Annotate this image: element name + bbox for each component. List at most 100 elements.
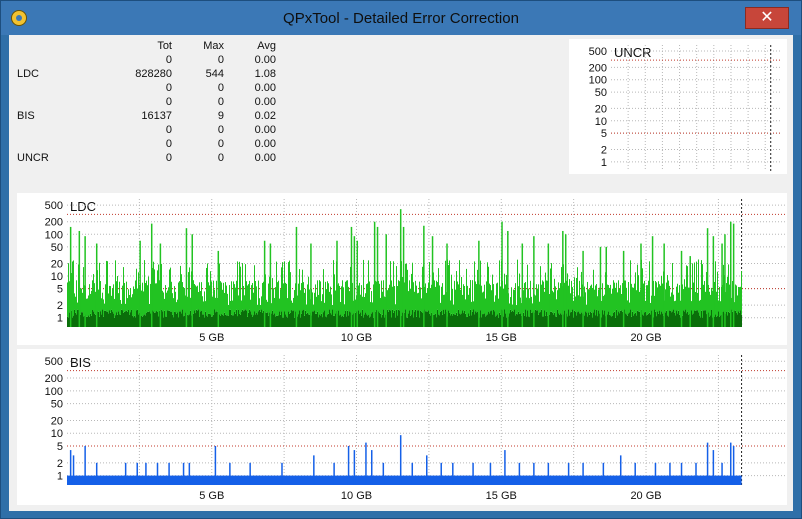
ldc-bar-base: [290, 312, 291, 327]
bis-peak-bar: [602, 462, 605, 485]
ldc-bar-base: [398, 309, 399, 327]
ldc-bar-base: [249, 309, 250, 327]
ldc-bar-base: [511, 311, 512, 327]
ldc-bar: [113, 284, 114, 314]
ldc-bar: [740, 286, 741, 311]
title-bar[interactable]: QPxTool - Detailed Error Correction ✕: [1, 1, 801, 35]
ldc-bar: [468, 294, 469, 314]
ldc-bar: [246, 281, 247, 311]
ldc-bar-base: [273, 314, 274, 327]
ldc-bar: [343, 287, 344, 317]
ldc-peak-bar: [336, 240, 338, 327]
ldc-bar: [739, 287, 740, 313]
ldc-bar-base: [248, 312, 249, 327]
ldc-bar-base: [102, 309, 103, 327]
ldc-bar: [335, 290, 336, 314]
ldc-bar-base: [212, 316, 213, 327]
ldc-bar-base: [161, 309, 162, 327]
ldc-bar-base: [189, 314, 190, 327]
y-tick-label: 2: [601, 145, 607, 157]
ldc-bar: [290, 272, 291, 313]
ldc-bar: [397, 286, 398, 316]
window-title: QPxTool - Detailed Error Correction: [283, 10, 519, 27]
ldc-bar-base: [574, 310, 575, 327]
ldc-bar-base: [615, 317, 616, 327]
ldc-bar-base: [460, 314, 461, 327]
ldc-bar: [549, 293, 550, 315]
ldc-bar-base: [709, 316, 710, 327]
ldc-bar-base: [348, 315, 349, 327]
ldc-peak-bar: [217, 250, 220, 327]
ldc-bar: [494, 301, 495, 312]
ldc-bar-base: [597, 316, 598, 327]
ldc-bar: [204, 291, 205, 318]
ldc-bar-base: [286, 316, 287, 327]
ldc-bar-base: [163, 317, 164, 327]
stats-cell-name: [13, 95, 77, 109]
ldc-bar-base: [312, 311, 313, 327]
ldc-bar-base: [105, 310, 106, 327]
ldc-bar-base: [76, 314, 77, 327]
close-button[interactable]: ✕: [745, 7, 789, 29]
ldc-bar-base: [677, 313, 678, 327]
ldc-bar: [183, 287, 184, 317]
stats-cell-avg: 0.00: [254, 54, 276, 66]
ldc-bar: [124, 282, 125, 312]
ldc-bar: [546, 280, 547, 312]
ldc-bar-base: [347, 310, 348, 327]
ldc-peak-bar: [706, 228, 709, 327]
ldc-bar: [298, 283, 299, 315]
ldc-bar-base: [125, 311, 126, 327]
ldc-bar-base: [74, 309, 75, 327]
ldc-bar: [125, 303, 126, 312]
ldc-bar-base: [279, 311, 280, 327]
ldc-bar-base: [456, 312, 457, 327]
ldc-bar: [660, 285, 661, 315]
ldc-bar: [470, 280, 471, 310]
ldc-bar: [366, 284, 367, 315]
ldc-bar-base: [342, 315, 343, 327]
ldc-bar: [484, 284, 485, 314]
ldc-bar-base: [473, 309, 474, 327]
ldc-peak-bar: [507, 230, 509, 327]
ldc-bar: [459, 260, 460, 314]
ldc-bar: [419, 281, 420, 318]
ldc-bar-base: [319, 314, 320, 327]
ldc-peak-bar: [721, 243, 723, 327]
ldc-bar-base: [449, 312, 450, 327]
ldc-bar: [464, 286, 465, 311]
ldc-bar-base: [231, 314, 232, 327]
ldc-bar: [445, 260, 446, 310]
ldc-bar-base: [581, 312, 582, 327]
ldc-bar: [102, 292, 103, 310]
stats-header-name: [13, 39, 77, 53]
ldc-bar-base: [670, 310, 671, 327]
ldc-bar-base: [225, 314, 226, 327]
ldc-bar: [212, 296, 213, 317]
ldc-bar-base: [335, 313, 336, 327]
ldc-bar: [86, 298, 87, 317]
ldc-bar: [420, 287, 421, 311]
ldc-bar: [388, 288, 389, 312]
ldc-bar-base: [716, 316, 717, 327]
ldc-bar-base: [444, 313, 445, 327]
ldc-bar: [144, 260, 145, 315]
ldc-bar: [363, 259, 364, 318]
ldc-bar: [325, 281, 326, 317]
ldc-bar: [143, 291, 144, 316]
ldc-bar-base: [609, 314, 610, 327]
ldc-bar-base: [247, 316, 248, 327]
ldc-bar: [259, 298, 260, 310]
ldc-bar: [551, 263, 552, 312]
ldc-bar-base: [110, 312, 111, 327]
ldc-bar-base: [619, 313, 620, 327]
stats-row: 0 0 0.00: [13, 95, 276, 109]
ldc-bar: [280, 289, 281, 315]
ldc-bar-base: [242, 309, 243, 327]
ldc-bar-base: [627, 315, 628, 327]
ldc-bar-base: [607, 314, 608, 327]
ldc-bar-base: [368, 314, 369, 327]
ldc-bar-base: [434, 314, 435, 327]
ldc-bar: [313, 304, 314, 312]
bis-peak-bar: [634, 462, 636, 485]
